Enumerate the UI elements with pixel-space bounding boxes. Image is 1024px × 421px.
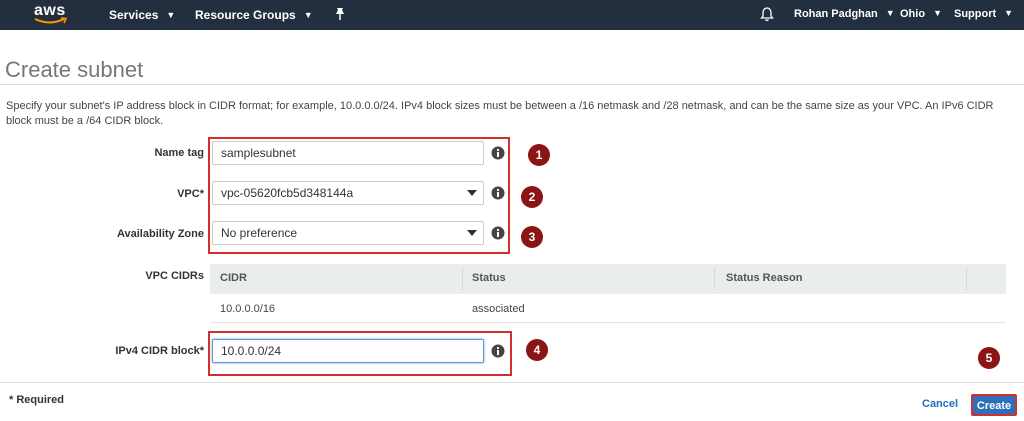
support-menu[interactable]: Support ▼ (954, 8, 1013, 20)
table-row-divider (210, 322, 1006, 323)
name-tag-label: Name tag (154, 147, 204, 159)
aws-logo[interactable]: aws (34, 2, 68, 26)
support-label: Support (954, 8, 997, 20)
ipv4-cidr-label: IPv4 CIDR block* (115, 345, 204, 357)
services-menu[interactable]: Services ▼ (109, 8, 175, 22)
bell-icon[interactable] (760, 7, 774, 22)
step-badge-1: 1 (528, 144, 550, 166)
info-icon[interactable] (491, 344, 505, 358)
user-menu[interactable]: Rohan Padghan ▼ (794, 8, 895, 20)
chevron-down-icon: ▼ (166, 10, 176, 20)
aws-smile-icon (34, 17, 68, 24)
step-badge-2: 2 (521, 186, 543, 208)
step-badge-5: 5 (978, 347, 1000, 369)
vpc-cidrs-label: VPC CIDRs (145, 270, 204, 282)
resource-groups-menu[interactable]: Resource Groups ▼ (195, 8, 313, 22)
chevron-down-icon: ▼ (885, 8, 895, 18)
top-nav-bar: aws Services ▼ Resource Groups ▼ Rohan Pad… (0, 0, 1024, 30)
region-label: Ohio (900, 8, 926, 20)
resource-groups-label: Resource Groups (195, 8, 296, 22)
footer-divider (0, 382, 1024, 383)
required-note: * Required (9, 394, 65, 406)
cidr-cell: 10.0.0.0/16 (220, 303, 276, 315)
user-name: Rohan Padghan (794, 8, 878, 20)
page-title: Create subnet (5, 57, 144, 82)
region-menu[interactable]: Ohio ▼ (900, 8, 942, 20)
cidr-table-header: CIDR Status Status Reason (210, 264, 1006, 294)
status-cell: associated (472, 303, 525, 315)
services-label: Services (109, 8, 159, 22)
pin-icon[interactable] (334, 7, 346, 21)
column-header-cidr[interactable]: CIDR (220, 272, 247, 284)
chevron-down-icon: ▼ (303, 10, 313, 20)
annotation-box-fields (208, 137, 510, 254)
step-badge-4: 4 (526, 339, 548, 361)
vpc-label: VPC* (177, 188, 204, 200)
availability-zone-label: Availability Zone (116, 228, 204, 240)
column-divider[interactable] (462, 268, 463, 290)
column-header-status-reason[interactable]: Status Reason (726, 272, 802, 284)
ipv4-cidr-input[interactable]: 10.0.0.0/24 (212, 339, 484, 363)
title-divider (0, 84, 1024, 85)
column-header-status[interactable]: Status (472, 272, 506, 284)
column-divider[interactable] (714, 268, 715, 290)
create-button[interactable]: Create (971, 394, 1017, 416)
chevron-down-icon: ▼ (933, 8, 942, 18)
page-description: Specify your subnet's IP address block i… (6, 100, 994, 127)
chevron-down-icon: ▼ (1004, 8, 1014, 18)
cancel-button[interactable]: Cancel (922, 398, 958, 410)
column-divider[interactable] (966, 268, 967, 290)
step-badge-3: 3 (521, 226, 543, 248)
